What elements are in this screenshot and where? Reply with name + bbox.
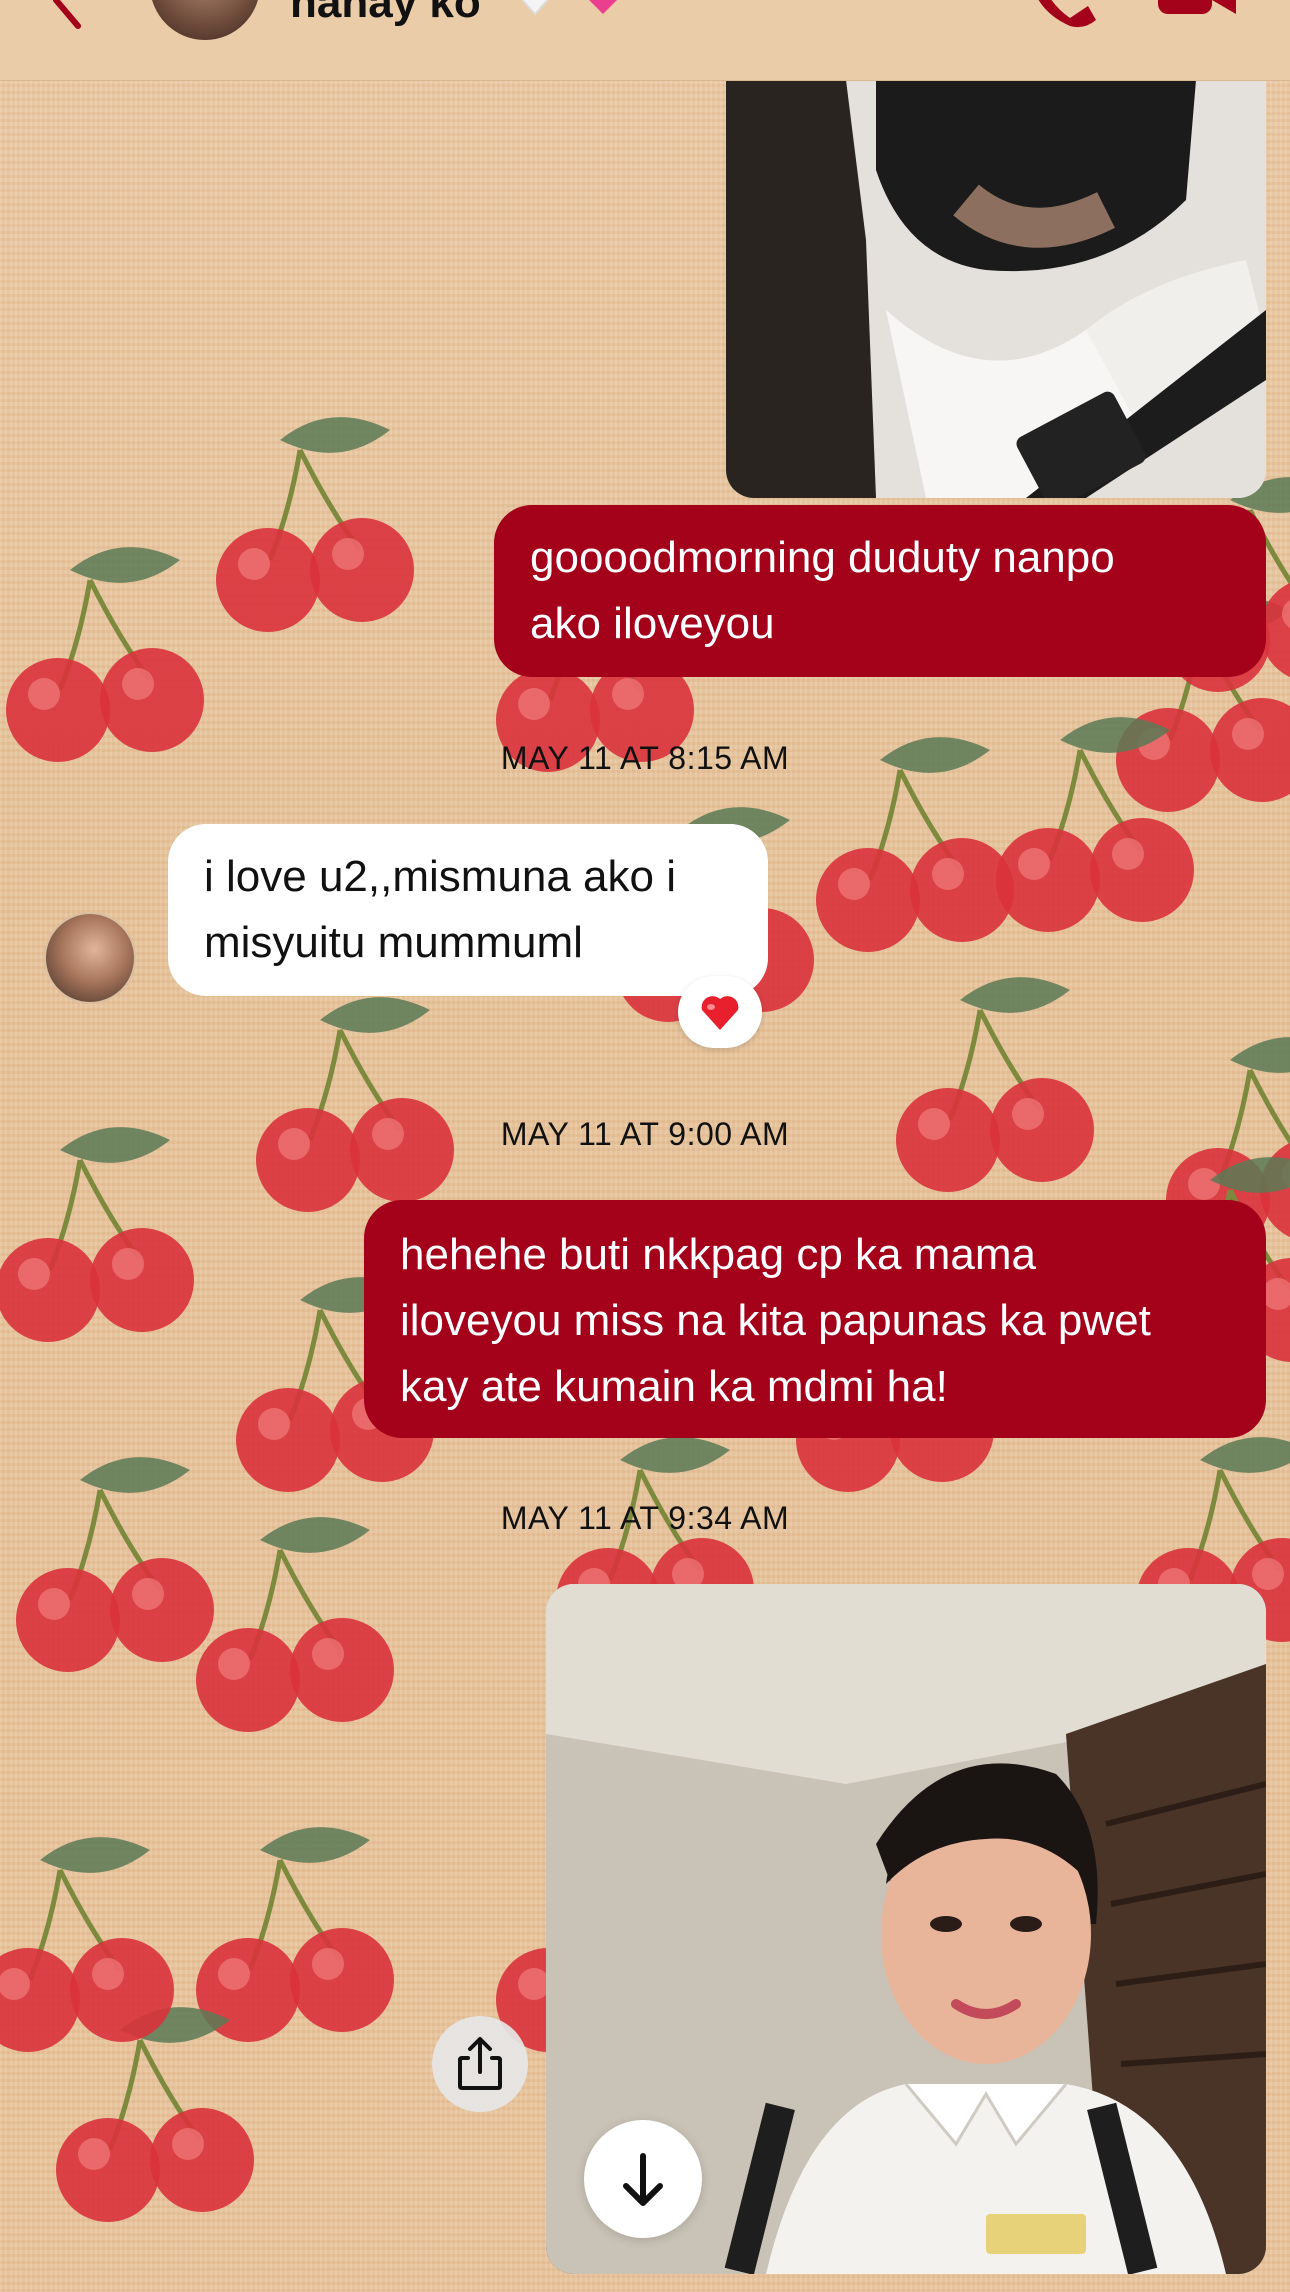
cherry-decoration [196, 1827, 394, 2042]
message-text-line: i love u2,,mismuna ako i [204, 852, 676, 901]
photo-content [726, 80, 1266, 498]
timestamp: MAY 11 AT 9:34 AM [500, 1500, 790, 1536]
sent-photo[interactable] [726, 80, 1266, 498]
cherry-decoration [0, 1837, 174, 2052]
cherry-decoration [196, 1517, 394, 1732]
cherry-decoration [16, 1457, 214, 1672]
white-heart-icon [521, 0, 549, 16]
share-icon [458, 2037, 502, 2090]
cherry-decoration [216, 417, 414, 632]
message-text-line: goooodmorning duduty nanpo [530, 533, 1115, 582]
message-text-line: ako iloveyou [530, 599, 775, 648]
pink-heart-icon [589, 0, 617, 14]
avatar[interactable] [150, 0, 260, 40]
cherry-decoration [896, 977, 1094, 1192]
message-bubble-sent[interactable]: hehehe buti nkkpag cp ka mama iloveyou m… [364, 1200, 1266, 1438]
scroll-down-button[interactable] [584, 2120, 702, 2238]
chevron-left-icon[interactable] [48, 0, 88, 30]
video-camera-icon[interactable] [1150, 0, 1240, 26]
message-text-line: kay ate kumain ka mdmi ha! [400, 1362, 948, 1411]
timestamp: MAY 11 AT 8:15 AM [500, 740, 790, 776]
avatar[interactable] [44, 912, 136, 1004]
contact-name[interactable]: nanay ko [290, 0, 481, 28]
message-text-line: iloveyou miss na kita papunas ka pwet [400, 1296, 1151, 1345]
message-bubble-sent[interactable]: goooodmorning duduty nanpo ako iloveyou [494, 505, 1266, 677]
cherry-decoration [256, 997, 454, 1212]
message-bubble-received[interactable]: i love u2,,mismuna ako i misyuitu mummum… [168, 824, 768, 996]
message-text-line: misyuitu mummuml [204, 918, 583, 967]
message-text-line: hehehe buti nkkpag cp ka mama [400, 1230, 1036, 1279]
phone-icon[interactable] [1030, 0, 1100, 30]
cherry-decoration [6, 547, 204, 762]
timestamp: MAY 11 AT 9:00 AM [500, 1116, 790, 1152]
red-heart-icon [701, 996, 739, 1030]
share-button[interactable] [432, 2016, 528, 2112]
arrow-down-icon [623, 2153, 663, 2206]
reaction-badge[interactable] [678, 976, 762, 1048]
chat-header: nanay ko [0, 0, 1290, 81]
cherry-decoration [56, 2007, 254, 2222]
cherry-decoration [0, 1127, 194, 1342]
